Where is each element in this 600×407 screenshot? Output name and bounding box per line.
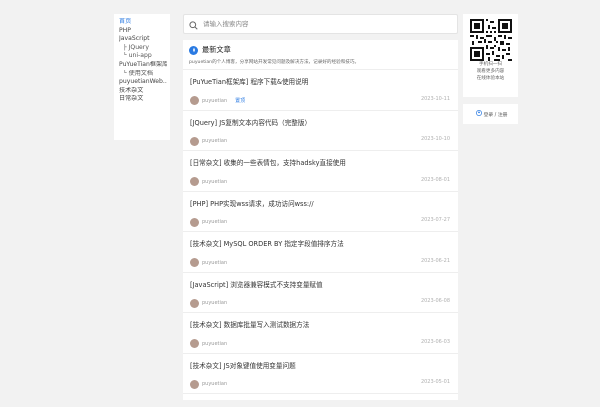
avatar[interactable] xyxy=(190,339,199,348)
sidebar-item-puyuetianweb[interactable]: puyuetianWeb... xyxy=(119,78,167,87)
user-icon xyxy=(475,110,482,118)
article-author[interactable]: puyuetian xyxy=(202,341,227,347)
avatar[interactable] xyxy=(190,379,199,389)
search-icon[interactable] xyxy=(189,15,198,34)
feed-header: 最新文章 puyuetian的个人博客，分享网站开发常见问题及解决方法，记录好的… xyxy=(183,40,458,70)
article-author[interactable]: puyuetian xyxy=(202,260,227,266)
sidebar-item-home[interactable]: 首页 xyxy=(119,18,167,27)
article-item[interactable]: [日常杂文] 收集的一些表情包，支持hadsky直接使用 puyuetian 2… xyxy=(183,151,458,192)
sidebar-item-jquery[interactable]: ├ JQuery xyxy=(119,44,167,53)
article-author[interactable]: puyuetian xyxy=(202,98,227,104)
article-title[interactable]: [技术杂文] 数据库批量写入测试数据方法 xyxy=(190,319,452,329)
article-item[interactable]: [JavaScript] 浏览器兼容模式不支持变量赋值 puyuetian 20… xyxy=(183,273,458,313)
feed-title: 最新文章 xyxy=(202,45,231,54)
sidebar-item-tech-notes[interactable]: 技术杂文 xyxy=(119,87,167,96)
avatar[interactable] xyxy=(190,217,199,227)
login-register-label: 登录 / 注册 xyxy=(483,112,508,118)
article-author[interactable]: puyuetian xyxy=(202,219,227,225)
qr-code xyxy=(469,19,512,61)
avatar[interactable] xyxy=(190,258,199,267)
article-date: 2023-06-08 xyxy=(420,298,450,304)
article-title[interactable]: [PHP] PHP实现wss请求，成功访问wss:// xyxy=(190,198,452,208)
article-date: 2023-10-11 xyxy=(420,95,450,102)
qr-caption: 在线体验本站 xyxy=(476,76,505,81)
search-input[interactable] xyxy=(203,20,443,28)
article-item[interactable]: [JQuery] JS复制文本内容代码（完整版） puyuetian 2023-… xyxy=(183,111,458,151)
sidebar-item-daily-notes[interactable]: 日常杂文 xyxy=(119,95,167,104)
article-item[interactable]: [PuYueTian框架库] 程序下载&使用说明 puyuetian 置顶 20… xyxy=(183,70,458,111)
article-author[interactable]: puyuetian xyxy=(202,179,227,185)
article-title[interactable]: [JavaScript] 浏览器兼容模式不支持变量赋值 xyxy=(190,279,452,289)
article-item[interactable]: [技术杂文] MySQL ORDER BY 指定字段值排序方法 puyuetia… xyxy=(183,232,458,273)
pinned-tag: 置顶 xyxy=(235,98,246,104)
article-title[interactable]: [JQuery] JS复制文本内容代码（完整版） xyxy=(190,117,452,127)
sidebar-item-php[interactable]: PHP xyxy=(119,27,167,36)
article-author[interactable]: puyuetian xyxy=(202,138,227,144)
avatar[interactable] xyxy=(190,177,199,186)
article-feed: 最新文章 puyuetian的个人博客，分享网站开发常见问题及解决方法，记录好的… xyxy=(183,40,458,400)
article-date: 2023-05-01 xyxy=(420,379,450,385)
article-date: 2023-07-27 xyxy=(420,217,450,223)
search-bar xyxy=(183,14,458,34)
avatar[interactable] xyxy=(190,298,199,308)
avatar[interactable] xyxy=(190,96,199,105)
article-title[interactable]: [日常杂文] 收集的一些表情包，支持hadsky直接使用 xyxy=(190,157,452,167)
sidebar-item-javascript[interactable]: JavaScript xyxy=(119,35,167,44)
sidebar-item-uniapp[interactable]: └ uni-app xyxy=(119,52,167,61)
qr-caption: 手机扫一扫 xyxy=(479,62,502,67)
article-author[interactable]: puyuetian xyxy=(202,381,227,387)
qr-code-panel: 手机扫一扫 观看更多内容 在线体验本站 xyxy=(463,14,518,97)
compass-icon xyxy=(189,45,198,55)
feed-description: puyuetian的个人博客，分享网站开发常见问题及解决方法，记录好的经验和技巧… xyxy=(189,60,360,65)
sidebar: 首页 PHP JavaScript ├ JQuery └ uni-app PuY… xyxy=(114,14,170,140)
article-date: 2023-08-01 xyxy=(420,176,450,183)
login-register-button[interactable]: 登录 / 注册 xyxy=(463,104,518,124)
article-date: 2023-10-10 xyxy=(420,136,450,142)
article-title[interactable]: [PuYueTian框架库] 程序下载&使用说明 xyxy=(190,76,452,86)
avatar[interactable] xyxy=(190,136,199,146)
article-title[interactable]: [技术杂文] MySQL ORDER BY 指定字段值排序方法 xyxy=(190,238,452,248)
sidebar-item-docs[interactable]: └ 使用文档 xyxy=(119,70,167,79)
article-item[interactable]: [技术杂文] 数据库批量写入测试数据方法 puyuetian 2023-06-0… xyxy=(183,313,458,354)
article-author[interactable]: puyuetian xyxy=(202,300,227,306)
article-date: 2023-06-03 xyxy=(420,338,450,345)
article-item[interactable]: [技术杂文] JS对象键值使用变量问题 puyuetian 2023-05-01 xyxy=(183,354,458,394)
article-title[interactable]: [技术杂文] JS对象键值使用变量问题 xyxy=(190,360,452,370)
sidebar-item-puyuetian-framework[interactable]: PuYueTian框架库 xyxy=(119,61,167,70)
article-item[interactable]: [PHP] PHP实现wss请求，成功访问wss:// puyuetian 20… xyxy=(183,192,458,232)
qr-caption: 观看更多内容 xyxy=(476,69,505,74)
article-date: 2023-06-21 xyxy=(420,257,450,264)
